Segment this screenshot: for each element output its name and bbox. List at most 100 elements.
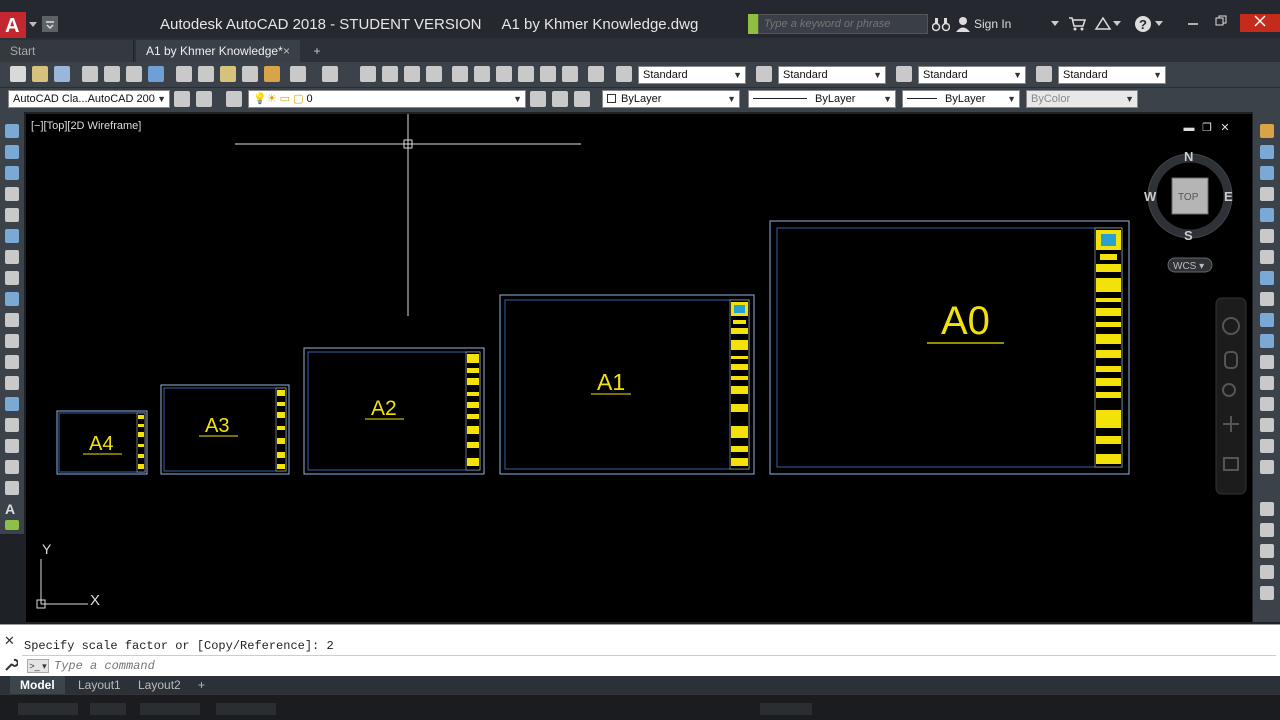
layer-properties-icon[interactable] [226, 91, 242, 107]
revision-cloud-icon[interactable] [5, 271, 19, 285]
chevron-down-icon[interactable] [1154, 20, 1164, 28]
new-icon[interactable] [10, 66, 26, 82]
ellipse-icon[interactable] [5, 313, 19, 327]
redo-icon[interactable] [322, 66, 338, 82]
open-icon[interactable] [32, 66, 48, 82]
model-viewport[interactable]: [−][Top][2D Wireframe] ▬ ❐ ✕ A4 A3 A2 A1… [26, 114, 1252, 622]
drawing-canvas[interactable]: A4 A3 A2 A1 A0 Y X TOP N S E W WCS ▾ [26, 114, 1252, 622]
lineweight-select[interactable]: ByLayer ▼ [902, 90, 1020, 108]
explode-icon[interactable] [1260, 586, 1274, 600]
sheet-a1[interactable]: A1 [499, 294, 755, 475]
markup-icon[interactable] [540, 66, 556, 82]
zoom-previous-icon[interactable] [426, 66, 442, 82]
sheet-a0[interactable]: A0 [769, 220, 1130, 475]
erase-icon[interactable] [1260, 124, 1274, 138]
polygon-icon[interactable] [5, 187, 19, 201]
sheet-a4[interactable]: A4 [56, 410, 148, 475]
scale-icon[interactable] [1260, 271, 1274, 285]
line-icon[interactable] [5, 124, 19, 138]
circle-icon[interactable] [5, 250, 19, 264]
close-window-button[interactable] [1240, 14, 1280, 32]
hatch-icon[interactable] [5, 418, 19, 432]
arc-icon[interactable] [5, 229, 19, 243]
new-layout-button[interactable]: + [188, 676, 215, 694]
blend-curves-icon[interactable] [1260, 460, 1274, 474]
break-at-point-icon[interactable] [1260, 355, 1274, 369]
search-input[interactable] [758, 14, 928, 34]
stretch-icon[interactable] [1260, 292, 1274, 306]
layer-select[interactable]: 💡☀ ▭ ▢ 0 ▼ [248, 90, 526, 108]
quick-access-dropdown-icon[interactable] [42, 16, 58, 32]
clean-screen-icon[interactable] [196, 91, 212, 107]
insert-block-icon[interactable] [5, 355, 19, 369]
match-properties-icon[interactable] [264, 66, 280, 82]
sign-in-button[interactable]: Sign In [974, 14, 1011, 34]
array-icon[interactable] [1260, 208, 1274, 222]
mirror-icon[interactable] [1260, 166, 1274, 180]
copy-icon[interactable] [198, 66, 214, 82]
workspace-select[interactable]: AutoCAD Cla...AutoCAD 200 ▼ [8, 90, 170, 108]
chevron-down-icon[interactable] [1112, 20, 1122, 28]
tab-model[interactable]: Model [10, 676, 65, 694]
draworder-front-icon[interactable] [1260, 502, 1274, 516]
spline-icon[interactable] [5, 292, 19, 306]
table-style-select[interactable]: Standard ▼ [918, 66, 1026, 84]
status-segment-annotation[interactable] [760, 703, 812, 715]
help-icon[interactable]: ? [1134, 15, 1152, 33]
multileader-style-select[interactable]: Standard ▼ [1058, 66, 1166, 84]
multiline-text-icon[interactable]: A [5, 502, 19, 516]
status-segment-grid[interactable] [140, 703, 200, 715]
ellipse-arc-icon[interactable] [5, 334, 19, 348]
dimension-style-icon[interactable] [756, 66, 772, 82]
chamfer-icon[interactable] [1260, 418, 1274, 432]
compass-south[interactable]: S [1184, 228, 1193, 243]
copy-with-basepoint-icon[interactable] [242, 66, 258, 82]
point-icon[interactable] [5, 397, 19, 411]
color-select[interactable]: ByLayer ▼ [602, 90, 740, 108]
minimize-button[interactable] [1180, 14, 1206, 32]
command-close-icon[interactable]: ✕ [4, 633, 15, 649]
help-icon[interactable] [588, 66, 604, 82]
draworder-back-icon[interactable] [1260, 523, 1274, 537]
design-center-icon[interactable] [474, 66, 490, 82]
pan-icon[interactable] [360, 66, 376, 82]
zoom-window-icon[interactable] [404, 66, 420, 82]
trim-icon[interactable] [1260, 313, 1274, 327]
add-selected-icon[interactable] [5, 520, 19, 530]
undo-icon[interactable] [290, 66, 306, 82]
draworder-under-icon[interactable] [1260, 565, 1274, 579]
tab-layout1[interactable]: Layout1 [68, 676, 131, 694]
copy-object-icon[interactable] [1260, 145, 1274, 159]
multileader-style-icon[interactable] [1036, 66, 1052, 82]
preview-icon[interactable] [104, 66, 120, 82]
status-segment-snap[interactable] [216, 703, 276, 715]
join-icon[interactable] [1260, 397, 1274, 411]
paste-icon[interactable] [220, 66, 236, 82]
table-style-icon[interactable] [896, 66, 912, 82]
layer-state-icon[interactable] [574, 91, 590, 107]
plot-icon[interactable] [82, 66, 98, 82]
draworder-above-icon[interactable] [1260, 544, 1274, 558]
quickcalc-icon[interactable] [562, 66, 578, 82]
tool-palettes-icon[interactable] [496, 66, 512, 82]
command-prompt-icon[interactable]: >_ ▾ [27, 659, 49, 673]
sheet-set-icon[interactable] [518, 66, 534, 82]
zoom-realtime-icon[interactable] [382, 66, 398, 82]
tab-start[interactable]: Start [0, 40, 134, 62]
break-icon[interactable] [1260, 376, 1274, 390]
new-tab-button[interactable]: + [306, 40, 328, 62]
publish-icon[interactable] [126, 66, 142, 82]
3d-print-icon[interactable] [148, 66, 164, 82]
dimension-style-select[interactable]: Standard ▼ [778, 66, 886, 84]
status-segment-coordinates[interactable] [18, 703, 78, 715]
viewcube[interactable]: TOP N S E W WCS ▾ [1144, 149, 1233, 273]
tab-layout2[interactable]: Layout2 [128, 676, 191, 694]
cut-icon[interactable] [176, 66, 192, 82]
chevron-down-icon[interactable] [1050, 20, 1060, 28]
tab-drawing[interactable]: A1 by Khmer Knowledge* × [136, 40, 300, 62]
sheet-a3[interactable]: A3 [160, 384, 290, 475]
exchange-icon[interactable] [1094, 16, 1112, 32]
extend-icon[interactable] [1260, 334, 1274, 348]
restore-button[interactable] [1208, 14, 1234, 32]
polyline-icon[interactable] [5, 166, 19, 180]
